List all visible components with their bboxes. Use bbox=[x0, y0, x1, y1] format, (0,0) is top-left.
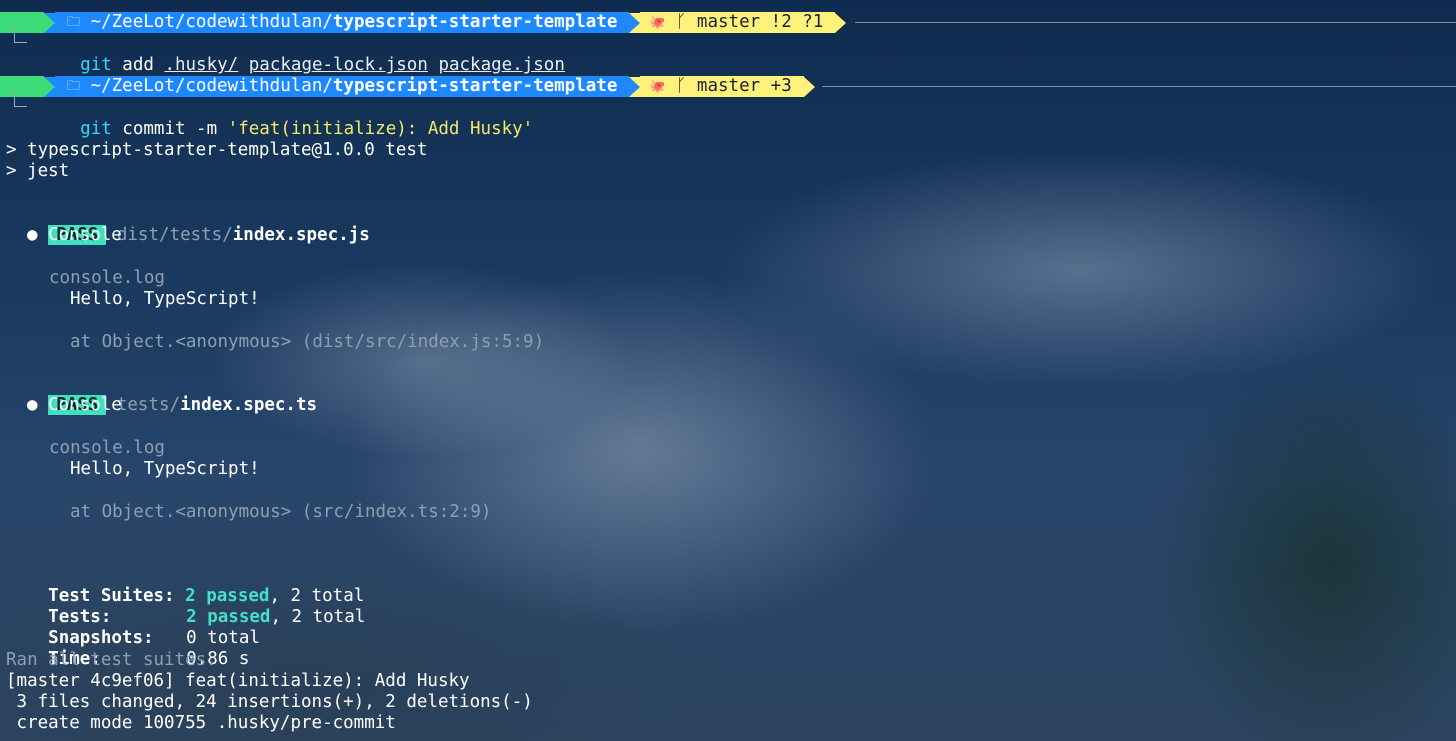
console-log-message: Hello, TypeScript! bbox=[70, 289, 260, 309]
prompt-line-1: ┌ 🗀 ~/ZeeLot/codewithdulan/typescript-st… bbox=[0, 11, 1456, 34]
segment-arrow bbox=[629, 76, 641, 97]
branch-icon: ᚴ bbox=[675, 75, 687, 96]
git-branch-status: master !2 ?1 bbox=[696, 11, 824, 32]
console-heading: ● Console bbox=[27, 225, 122, 245]
console-heading: ● Console bbox=[27, 395, 122, 415]
path-prefix: ~/ZeeLot/codewithdulan/ bbox=[90, 11, 333, 32]
prompt-corner bbox=[14, 26, 27, 43]
commit-create-line: create mode 100755 .husky/pre-commit bbox=[6, 713, 396, 733]
segment-arrow bbox=[803, 76, 815, 97]
path-repo: typescript-starter-template bbox=[332, 75, 618, 96]
command-line-2[interactable]: git commit -m 'feat(initialize): Add Hus… bbox=[38, 98, 533, 139]
prompt-rule bbox=[822, 86, 1456, 87]
segment-arrow bbox=[835, 12, 847, 33]
test-dir: dist/tests/ bbox=[116, 225, 233, 246]
path-repo: typescript-starter-template bbox=[332, 11, 618, 32]
console-log-label: console.log bbox=[49, 438, 165, 458]
test-file: index.spec.ts bbox=[180, 395, 318, 416]
console-log-message: Hello, TypeScript! bbox=[70, 459, 260, 479]
segment-arrow bbox=[44, 76, 55, 97]
terminal-window[interactable]: ┌ 🗀 ~/ZeeLot/codewithdulan/typescript-st… bbox=[0, 0, 1456, 741]
prompt-corner bbox=[14, 90, 27, 107]
command-word: commit -m bbox=[111, 119, 228, 140]
stack-trace-line: at Object.<anonymous> (src/index.ts:2:9) bbox=[70, 502, 492, 522]
folder-icon: 🗀 bbox=[67, 78, 81, 94]
command-line-1[interactable]: git add .husky/ package-lock.json packag… bbox=[38, 34, 565, 75]
command-git: git bbox=[80, 55, 112, 76]
prompt-rule bbox=[855, 22, 1456, 23]
summary-snapshots: Snapshots: 0 total bbox=[6, 607, 260, 648]
summary-time: Time: 0.86 s bbox=[6, 628, 249, 669]
arg-husky: .husky/ bbox=[164, 55, 239, 76]
git-segment: 🐙 ᚴ master +3 bbox=[640, 75, 804, 97]
folder-icon: 🗀 bbox=[67, 14, 81, 30]
summary-total: , 2 total bbox=[270, 607, 366, 628]
github-icon: 🐙 bbox=[650, 14, 666, 29]
git-branch-status: master +3 bbox=[696, 75, 792, 96]
test-result-1: PASS dist/tests/index.spec.js bbox=[6, 204, 370, 246]
npm-jest-line: > jest bbox=[6, 161, 70, 181]
commit-result-line: [master 4c9ef06] feat(initialize): Add H… bbox=[6, 671, 470, 691]
path-segment: 🗀 ~/ZeeLot/codewithdulan/typescript-star… bbox=[55, 11, 630, 33]
summary-test-suites: Test Suites: 2 passed, 2 total bbox=[6, 565, 364, 606]
npm-script-line: > typescript-starter-template@1.0.0 test bbox=[6, 140, 428, 160]
segment-arrow bbox=[629, 12, 641, 33]
test-dir: tests/ bbox=[116, 395, 181, 416]
arg-package-lock: package-lock.json bbox=[248, 55, 428, 76]
summary-ran-all: Ran all test suites. bbox=[6, 650, 217, 670]
command-word: add bbox=[111, 55, 165, 76]
arg-package-json: package.json bbox=[438, 55, 565, 76]
path-segment: 🗀 ~/ZeeLot/codewithdulan/typescript-star… bbox=[55, 75, 630, 97]
command-git: git bbox=[80, 119, 112, 140]
console-log-label: console.log bbox=[49, 268, 165, 288]
segment-arrow bbox=[44, 12, 55, 33]
summary-tests: Tests: 2 passed, 2 total bbox=[6, 586, 365, 627]
github-icon: 🐙 bbox=[650, 78, 666, 93]
test-file: index.spec.js bbox=[232, 225, 370, 246]
test-result-2: PASS tests/index.spec.ts bbox=[6, 374, 317, 416]
commit-message: 'feat(initialize): Add Husky' bbox=[227, 119, 534, 140]
git-segment: 🐙 ᚴ master !2 ?1 bbox=[640, 11, 836, 33]
prompt-line-2: 🗀 ~/ZeeLot/codewithdulan/typescript-star… bbox=[0, 76, 1456, 98]
branch-icon: ᚴ bbox=[675, 11, 687, 32]
stack-trace-line: at Object.<anonymous> (dist/src/index.js… bbox=[70, 332, 545, 352]
commit-stats-line: 3 files changed, 24 insertions(+), 2 del… bbox=[6, 692, 533, 712]
path-prefix: ~/ZeeLot/codewithdulan/ bbox=[90, 75, 333, 96]
